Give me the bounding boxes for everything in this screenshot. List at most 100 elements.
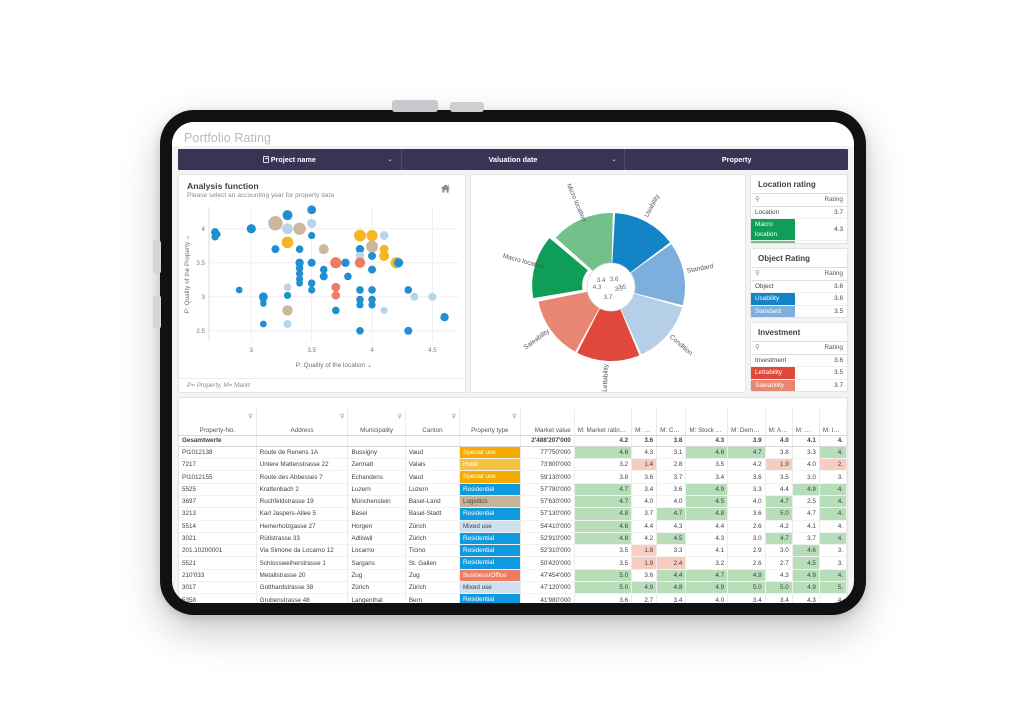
cell-mv: 50'420'000 — [520, 556, 575, 570]
properties-table[interactable]: Property-No. ⚲ Address ⚲ Municipality ⚲ Canton… — [179, 409, 847, 603]
cell-no: 7217 — [179, 458, 257, 472]
column-header-c4[interactable]: M: Stock structure — [685, 409, 729, 436]
scatter-plot[interactable]: 3 3.5 4 4.5 2.5 3 3.5 4 P: Quality of the locati… — [179, 201, 467, 379]
cell-cant: Valais — [405, 458, 461, 472]
cell-c6: 1.9 — [765, 458, 793, 472]
nav-label-project-name: Project name — [270, 155, 316, 164]
svg-text:3.5: 3.5 — [307, 347, 316, 354]
cell-c4: 4.4 — [685, 520, 729, 533]
cell-cant: Zürich — [405, 520, 461, 533]
column-header-c8[interactable]: M: Infrastruc... — [819, 409, 847, 436]
nav-item-valuation-date[interactable]: Valuation date ⌄ — [402, 149, 626, 170]
chevron-down-icon[interactable]: ⌄ — [388, 155, 393, 162]
search-icon[interactable]: ⚲ — [751, 193, 795, 207]
table-row[interactable]: 3697 Ruchfeldstrasse 19 Münchenstein Basel-… — [179, 495, 847, 509]
rating-row[interactable]: Macro location 4.3 — [751, 218, 847, 241]
search-icon[interactable]: ⚲ — [248, 413, 252, 420]
column-header-c7[interactable]: M: Muni... type — [792, 409, 820, 436]
search-icon[interactable]: ⚲ — [452, 413, 456, 420]
cell-c3: 3.4 — [656, 593, 687, 603]
search-icon[interactable]: ⚲ — [340, 413, 344, 420]
column-header-mv[interactable]: Market value — [520, 409, 575, 436]
rating-row[interactable]: Usability 3.6 — [751, 292, 847, 306]
table-row[interactable]: 5358 Grubenstrasse 48 Langenthal Bern Reside… — [179, 593, 847, 603]
rating-row[interactable]: Investment 3.6 — [751, 354, 847, 367]
table-row[interactable]: 5525 Krattenbach 2 Luzern Luzern Residential… — [179, 483, 847, 496]
cell-addr: Grubenstrasse 48 — [256, 593, 349, 603]
power-button[interactable] — [392, 100, 438, 112]
cell-addr: Untere Mattenstrasse 22 — [256, 458, 349, 472]
table-row[interactable]: 3021 Rütistrasse 33 Adliswil Zürich Resident… — [179, 532, 847, 546]
cell-c1: 3.6 — [574, 593, 633, 603]
cell-mv: 52'310'000 — [520, 544, 575, 558]
rating-value: 3.7 — [795, 206, 847, 219]
property-type-badge: Special use — [460, 446, 520, 458]
rating-row[interactable]: Object 3.6 — [751, 280, 847, 293]
cell-c7: 4.9 — [792, 581, 820, 595]
property-type-badge: Residential — [460, 483, 520, 495]
table-row[interactable]: PI1012138 Route de Renens 1A Bussigny Vaud S… — [179, 446, 847, 460]
cell-c1: 3.8 — [574, 470, 633, 484]
table-row[interactable]: PI1012155 Route des Abbesses 7 Echandens Va… — [179, 470, 847, 484]
svg-text:Standard: Standard — [686, 263, 714, 275]
donut-chart[interactable]: Usability Standard Condition Lettability Sal… — [471, 175, 747, 394]
rating-row[interactable]: Location 3.7 — [751, 206, 847, 219]
nav-label-property: Property — [721, 155, 752, 164]
search-icon[interactable]: ⚲ — [751, 341, 795, 355]
rating-value: 3.4 — [795, 240, 847, 243]
donut-chart-svg[interactable]: Usability Standard Condition Lettability Sal… — [471, 175, 747, 394]
svg-text:4.5: 4.5 — [428, 347, 437, 354]
location-rating-table: ⚲ Rating Location3.7Macro location4.3Mic… — [751, 193, 847, 243]
column-header-c1[interactable]: M: Market rating (total) — [574, 409, 633, 436]
cell-no: 210'033 — [179, 569, 257, 583]
cell-mv: 52'910'000 — [520, 532, 575, 546]
property-type-badge: Residential — [460, 557, 520, 569]
nav-item-property[interactable]: Property — [625, 149, 848, 170]
rating-label: Lettability — [751, 366, 795, 380]
cell-addr: Route de Renens 1A — [256, 446, 349, 460]
column-header-c6[interactable]: M: Acce... — [765, 409, 793, 436]
svg-text:P: Quality of the Property ⌄: P: Quality of the Property ⌄ — [184, 235, 191, 314]
side-button-1[interactable] — [153, 240, 161, 274]
rating-row[interactable]: Income risk- — [751, 392, 847, 393]
side-button-2[interactable] — [153, 295, 161, 329]
column-header-c2[interactable]: M: Work... — [631, 409, 658, 436]
search-icon[interactable]: ⚲ — [397, 413, 401, 420]
volume-button[interactable] — [450, 102, 484, 112]
rating-row[interactable]: Micro location3.4 — [751, 240, 847, 243]
rating-row[interactable]: Saleability 3.7 — [751, 379, 847, 391]
table-row[interactable]: 7217 Untere Mattenstrasse 22 Zermatt Valais… — [179, 458, 847, 472]
scatter-plot-svg[interactable]: 3 3.5 4 4.5 2.5 3 3.5 4 P: Quality of the locati… — [179, 201, 467, 379]
column-header-addr[interactable]: Address ⚲ — [256, 409, 349, 436]
search-icon[interactable]: ⚲ — [751, 267, 795, 281]
table-row[interactable]: 210'033 Metallstrasse 20 Zug Zug Business/Of… — [179, 569, 847, 583]
property-type-badge: Logistics — [460, 495, 520, 507]
chevron-down-icon[interactable]: ⌄ — [611, 155, 616, 162]
rating-row[interactable]: Lettability 3.5 — [751, 366, 847, 380]
table-total-row[interactable]: Gesamtwerte 2'488'207'000 4.2 3.6 3.8 4.3 3.9 4… — [179, 435, 847, 447]
column-header-c5[interactable]: M: Demogr... commut... — [727, 409, 766, 436]
table-row[interactable]: 5521 Schlossweiherstrasse 1 Sargans St. Gal… — [179, 556, 847, 570]
cell-c1: 3.5 — [574, 556, 633, 570]
column-header-muni[interactable]: Municipality ⚲ — [347, 409, 406, 436]
table-row[interactable]: 5514 Hemerholzgasse 27 Horgen Zürich Mixed u… — [179, 520, 847, 533]
table-body[interactable]: Gesamtwerte 2'488'207'000 4.2 3.6 3.8 4.3 3.9 4… — [179, 435, 847, 603]
column-header-no[interactable]: Property-No. ⚲ — [179, 409, 257, 436]
table-row[interactable]: 201.10200001 Via Simone da Locarno 12 Loca… — [179, 544, 847, 558]
cell-c6: 4.7 — [765, 532, 793, 546]
nav-item-project-name[interactable]: Project name ⌄ — [178, 149, 402, 170]
location-rating-rows: Location3.7Macro location4.3Micro locati… — [751, 206, 847, 243]
home-icon[interactable] — [440, 183, 451, 194]
search-icon[interactable]: ⚲ — [512, 413, 516, 420]
cell-c6: 4.3 — [765, 569, 793, 583]
rating-row[interactable]: Standard 3.5 — [751, 305, 847, 317]
column-header-c3[interactable]: M: Cons... market — [656, 409, 687, 436]
table-menu-icon[interactable]: · — [179, 398, 847, 409]
column-header-cant[interactable]: Canton ⚲ — [405, 409, 461, 436]
cell-muni: Zug — [347, 569, 406, 583]
table-row[interactable]: 3017 Gotthardstrasse 38 Zürich Zürich Mixed … — [179, 581, 847, 595]
rating-row[interactable]: Condition3.7 — [751, 318, 847, 319]
column-header-ptype[interactable]: Property type ⚲ — [459, 409, 521, 436]
table-row[interactable]: 3213 Karl Jaspers-Allee 5 Basel Basel-Stadt… — [179, 507, 847, 521]
cell-c1: 4.7 — [574, 483, 633, 496]
